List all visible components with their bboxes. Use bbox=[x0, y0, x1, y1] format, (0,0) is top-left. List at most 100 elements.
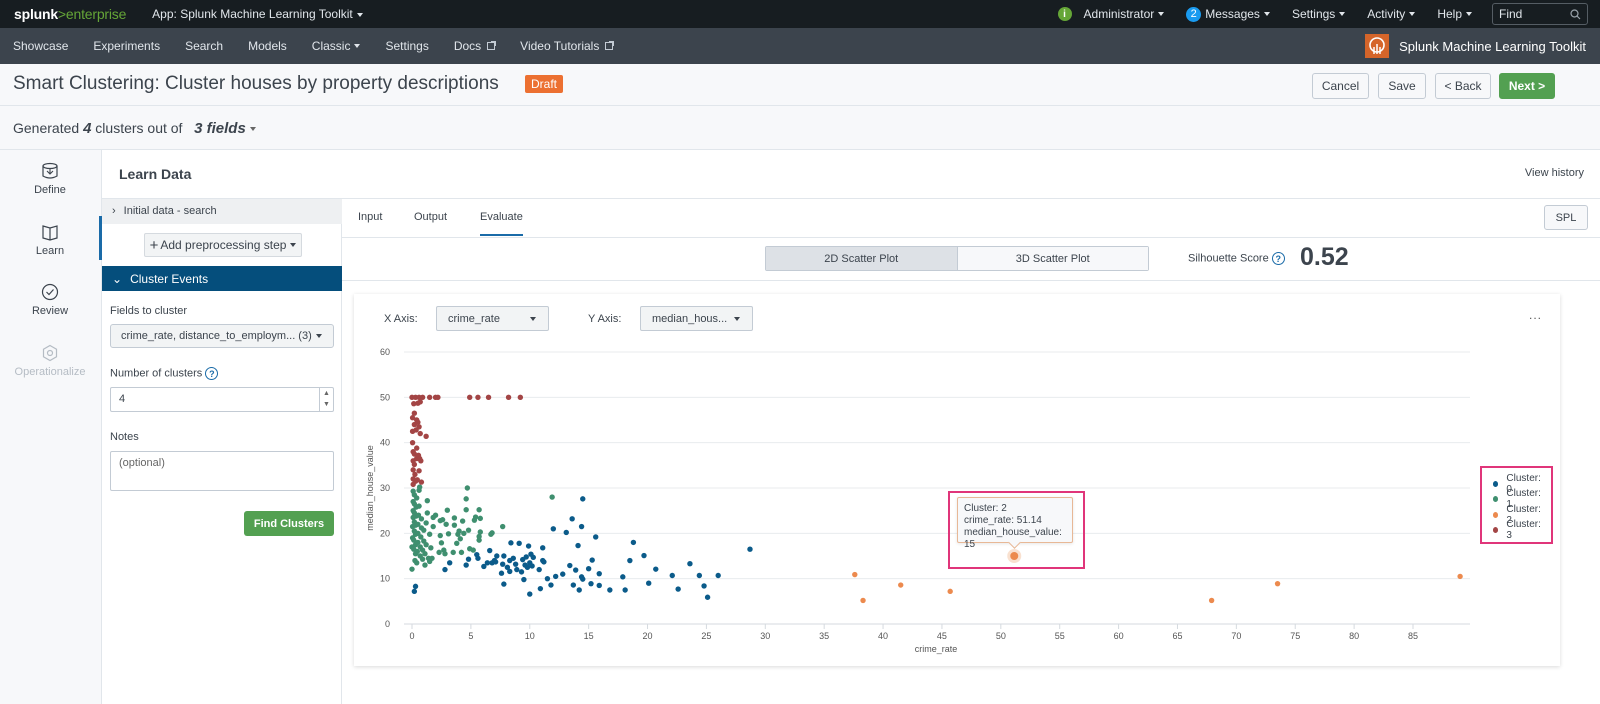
data-point-cluster-0[interactable] bbox=[412, 583, 419, 590]
data-point-cluster-0[interactable] bbox=[596, 570, 602, 577]
data-point-cluster-1[interactable] bbox=[470, 547, 476, 553]
data-point-cluster-0[interactable] bbox=[580, 496, 586, 502]
data-point-cluster-1[interactable] bbox=[439, 517, 446, 523]
data-point-cluster-1[interactable] bbox=[464, 485, 471, 491]
data-point-cluster-2[interactable] bbox=[898, 582, 904, 588]
data-point-cluster-1[interactable] bbox=[463, 496, 469, 502]
data-point-cluster-0[interactable] bbox=[576, 587, 582, 593]
data-point-cluster-0[interactable] bbox=[575, 542, 581, 549]
data-point-cluster-1[interactable] bbox=[463, 507, 469, 513]
data-point-cluster-0[interactable] bbox=[747, 546, 753, 552]
data-point-cluster-1[interactable] bbox=[461, 530, 467, 537]
data-point-cluster-0[interactable] bbox=[701, 583, 707, 589]
data-point-cluster-3[interactable] bbox=[517, 394, 524, 401]
data-point-cluster-3[interactable] bbox=[414, 445, 420, 451]
data-point-cluster-0[interactable] bbox=[525, 543, 532, 549]
data-point-cluster-0[interactable] bbox=[507, 568, 513, 575]
data-point-cluster-0[interactable] bbox=[465, 556, 472, 562]
data-point-cluster-1[interactable] bbox=[414, 495, 420, 501]
data-point-cluster-1[interactable] bbox=[457, 536, 463, 542]
data-point-cluster-1[interactable] bbox=[465, 527, 472, 533]
data-point-cluster-3[interactable] bbox=[423, 433, 429, 440]
data-point-cluster-1[interactable] bbox=[443, 521, 449, 527]
data-point-cluster-0[interactable] bbox=[627, 557, 633, 564]
data-point-cluster-2[interactable] bbox=[852, 571, 858, 578]
data-point-cluster-1[interactable] bbox=[458, 549, 465, 556]
data-point-cluster-0[interactable] bbox=[548, 582, 554, 588]
data-point-cluster-1[interactable] bbox=[409, 566, 415, 572]
data-point-cluster-3[interactable] bbox=[411, 461, 418, 468]
data-point-cluster-1[interactable] bbox=[423, 541, 429, 548]
data-point-cluster-0[interactable] bbox=[501, 581, 507, 587]
data-point-cluster-1[interactable] bbox=[424, 497, 431, 504]
data-point-cluster-0[interactable] bbox=[492, 559, 499, 565]
data-point-cluster-0[interactable] bbox=[518, 569, 525, 575]
data-point-cluster-1[interactable] bbox=[476, 533, 482, 540]
data-point-cluster-3[interactable] bbox=[435, 394, 441, 401]
data-point-cluster-0[interactable] bbox=[563, 529, 569, 536]
data-point-cluster-0[interactable] bbox=[494, 553, 500, 559]
data-point-cluster-1[interactable] bbox=[422, 551, 428, 557]
data-point-cluster-2[interactable] bbox=[1457, 573, 1463, 580]
data-point-cluster-0[interactable] bbox=[508, 540, 514, 546]
data-point-cluster-1[interactable] bbox=[418, 516, 425, 522]
data-point-cluster-1[interactable] bbox=[432, 512, 439, 518]
data-point-cluster-0[interactable] bbox=[567, 562, 573, 569]
data-point-cluster-1[interactable] bbox=[422, 562, 428, 568]
data-point-cluster-0[interactable] bbox=[484, 560, 491, 566]
data-point-cluster-0[interactable] bbox=[588, 580, 594, 587]
data-point-cluster-2[interactable] bbox=[1274, 580, 1281, 587]
data-point-cluster-0[interactable] bbox=[523, 554, 529, 560]
data-point-cluster-0[interactable] bbox=[463, 562, 469, 568]
data-point-cluster-1[interactable] bbox=[445, 531, 452, 537]
data-point-cluster-2[interactable] bbox=[947, 588, 953, 595]
data-point-cluster-1[interactable] bbox=[454, 540, 460, 547]
data-point-cluster-1[interactable] bbox=[436, 549, 442, 556]
data-point-cluster-0[interactable] bbox=[696, 572, 703, 579]
data-point-cluster-0[interactable] bbox=[487, 547, 493, 554]
data-point-cluster-1[interactable] bbox=[459, 518, 466, 524]
data-point-cluster-0[interactable] bbox=[630, 539, 637, 546]
data-point-cluster-1[interactable] bbox=[451, 522, 458, 528]
data-point-cluster-0[interactable] bbox=[560, 571, 566, 577]
data-point-cluster-2[interactable] bbox=[1208, 597, 1215, 604]
data-point-cluster-1[interactable] bbox=[477, 529, 484, 535]
data-point-cluster-1[interactable] bbox=[476, 507, 482, 513]
data-point-cluster-1[interactable] bbox=[429, 555, 435, 561]
data-point-cluster-3[interactable] bbox=[411, 410, 418, 416]
data-point-cluster-3[interactable] bbox=[418, 479, 425, 485]
data-point-cluster-0[interactable] bbox=[585, 565, 592, 572]
data-point-cluster-0[interactable] bbox=[593, 534, 599, 540]
data-point-cluster-0[interactable] bbox=[540, 545, 546, 551]
data-point-cluster-0[interactable] bbox=[475, 555, 481, 561]
data-point-cluster-0[interactable] bbox=[641, 552, 647, 559]
data-point-cluster-3[interactable] bbox=[418, 458, 424, 464]
data-point-cluster-0[interactable] bbox=[578, 523, 585, 530]
data-point-cluster-0[interactable] bbox=[501, 553, 507, 559]
data-point-cluster-0[interactable] bbox=[529, 563, 535, 569]
data-point-cluster-3[interactable] bbox=[505, 394, 512, 401]
data-point-cluster-1[interactable] bbox=[416, 484, 423, 490]
data-point-cluster-0[interactable] bbox=[622, 587, 628, 593]
data-point-cluster-0[interactable] bbox=[570, 582, 577, 588]
data-point-cluster-3[interactable] bbox=[467, 394, 473, 401]
data-point-cluster-0[interactable] bbox=[572, 567, 579, 573]
data-point-cluster-0[interactable] bbox=[607, 587, 613, 593]
data-point-cluster-0[interactable] bbox=[715, 572, 721, 579]
data-point-cluster-1[interactable] bbox=[438, 540, 445, 546]
data-point-cluster-0[interactable] bbox=[646, 580, 652, 586]
data-point-cluster-1[interactable] bbox=[416, 503, 422, 509]
data-point-cluster-1[interactable] bbox=[414, 560, 420, 566]
data-point-cluster-0[interactable] bbox=[541, 559, 547, 565]
data-point-cluster-3[interactable] bbox=[475, 394, 481, 401]
data-point-cluster-0[interactable] bbox=[442, 566, 448, 573]
data-point-cluster-0[interactable] bbox=[510, 555, 516, 561]
data-point-cluster-1[interactable] bbox=[419, 556, 426, 562]
data-point-cluster-1[interactable] bbox=[428, 545, 434, 551]
data-point-cluster-1[interactable] bbox=[499, 523, 506, 530]
data-point-cluster-0[interactable] bbox=[620, 574, 626, 580]
data-point-cluster-3[interactable] bbox=[412, 471, 418, 478]
data-point-cluster-1[interactable] bbox=[450, 549, 456, 556]
data-point-cluster-3[interactable] bbox=[419, 394, 426, 401]
data-point-cluster-0[interactable] bbox=[669, 572, 675, 579]
